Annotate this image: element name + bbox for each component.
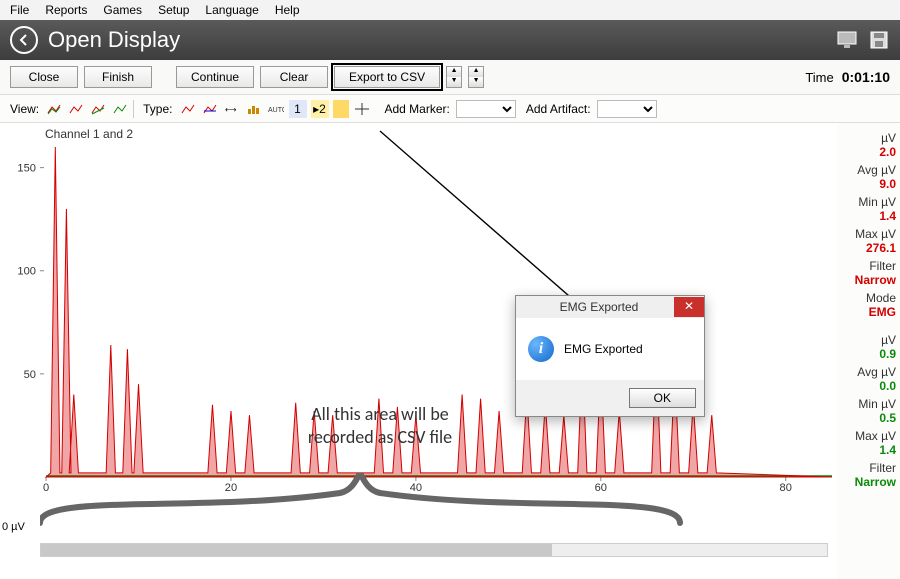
- view-chart2-icon[interactable]: [67, 100, 85, 118]
- add-artifact-select[interactable]: [597, 100, 657, 118]
- ch1-min: 1.4: [842, 209, 896, 223]
- zoom-fit-icon[interactable]: ⟷: [223, 100, 241, 118]
- add-artifact-label: Add Artifact:: [526, 102, 591, 116]
- ch1-avg: 9.0: [842, 177, 896, 191]
- view-chart3-icon[interactable]: [89, 100, 107, 118]
- svg-text:40: 40: [410, 482, 422, 494]
- menu-help[interactable]: Help: [275, 3, 300, 17]
- continue-button[interactable]: Continue: [176, 66, 254, 88]
- ch1-filter-label: Filter: [842, 259, 896, 273]
- clear-button[interactable]: Clear: [260, 66, 328, 88]
- close-button[interactable]: Close: [10, 66, 78, 88]
- finish-button[interactable]: Finish: [84, 66, 152, 88]
- back-button[interactable]: [10, 26, 38, 54]
- export-csv-button[interactable]: Export to CSV: [334, 66, 440, 88]
- ch1-uv-label: µV: [842, 131, 896, 145]
- svg-text:⟷: ⟷: [225, 105, 237, 114]
- ch2-uv-label: µV: [842, 333, 896, 347]
- ch2-min: 0.5: [842, 411, 896, 425]
- dialog-emg-exported: EMG Exported ✕ i EMG Exported OK: [515, 295, 705, 417]
- ch1-mode-label: Mode: [842, 291, 896, 305]
- menu-games[interactable]: Games: [103, 3, 142, 17]
- svg-text:80: 80: [780, 482, 792, 494]
- page-title: Open Display: [48, 27, 826, 53]
- ch1-max: 276.1: [842, 241, 896, 255]
- emg-chart[interactable]: 50100150020406080: [40, 127, 838, 517]
- svg-text:0: 0: [43, 482, 49, 494]
- note-icon[interactable]: [333, 100, 349, 118]
- titlebar: Open Display: [0, 20, 900, 60]
- ch2-max: 1.4: [842, 443, 896, 457]
- toolbar-main: Close Finish Continue Clear Export to CS…: [0, 60, 900, 95]
- ch1-uv: 2.0: [842, 145, 896, 159]
- ch2-filter-label: Filter: [842, 461, 896, 475]
- ch1-mode: EMG: [842, 305, 896, 319]
- time-value: 0:01:10: [842, 69, 890, 85]
- svg-text:50: 50: [24, 369, 36, 381]
- main-area: Channel 1 and 2 50 100 150 0 20 40 60 80 0 µV A…: [0, 123, 900, 579]
- svg-text:60: 60: [595, 482, 607, 494]
- scrollbar-thumb[interactable]: [41, 544, 552, 556]
- type-bars-icon[interactable]: [245, 100, 263, 118]
- type-label: Type:: [143, 102, 172, 116]
- menu-reports[interactable]: Reports: [45, 3, 87, 17]
- menu-file[interactable]: File: [10, 3, 29, 17]
- monitor-icon[interactable]: [836, 29, 858, 51]
- add-marker-select[interactable]: [456, 100, 516, 118]
- stats-sidebar: µV 2.0 Avg µV 9.0 Min µV 1.4 Max µV 276.…: [838, 123, 900, 579]
- time-label: Time: [805, 70, 833, 85]
- type-line-icon[interactable]: [179, 100, 197, 118]
- add-marker-label: Add Marker:: [385, 102, 450, 116]
- dialog-message: EMG Exported: [564, 342, 643, 356]
- spinner-1[interactable]: ▲▼: [446, 66, 462, 88]
- info-icon: i: [528, 336, 554, 362]
- svg-text:20: 20: [225, 482, 237, 494]
- svg-text:AUTO: AUTO: [268, 107, 284, 114]
- view-chart4-icon[interactable]: [111, 100, 129, 118]
- ch2-max-label: Max µV: [842, 429, 896, 443]
- dialog-titlebar[interactable]: EMG Exported ✕: [516, 296, 704, 318]
- ch2-min-label: Min µV: [842, 397, 896, 411]
- ch1-max-label: Max µV: [842, 227, 896, 241]
- save-icon[interactable]: [868, 29, 890, 51]
- crosshair-icon[interactable]: [353, 100, 371, 118]
- marker-2-icon[interactable]: ▸2: [311, 100, 329, 118]
- view-chart1-icon[interactable]: [45, 100, 63, 118]
- marker-1-icon[interactable]: 1: [289, 100, 307, 118]
- ch2-avg: 0.0: [842, 379, 896, 393]
- chart-title: Channel 1 and 2: [45, 127, 133, 141]
- auto-icon[interactable]: AUTO: [267, 100, 285, 118]
- dialog-close-button[interactable]: ✕: [674, 297, 704, 317]
- type-multi-icon[interactable]: [201, 100, 219, 118]
- ch2-avg-label: Avg µV: [842, 365, 896, 379]
- spinner-2[interactable]: ▲▼: [468, 66, 484, 88]
- ch1-min-label: Min µV: [842, 195, 896, 209]
- menu-setup[interactable]: Setup: [158, 3, 189, 17]
- view-label: View:: [10, 102, 39, 116]
- y-axis-unit: 0 µV: [2, 521, 25, 533]
- chart-h-scrollbar[interactable]: [40, 543, 828, 557]
- ch1-avg-label: Avg µV: [842, 163, 896, 177]
- ch2-filter: Narrow: [842, 475, 896, 489]
- ch2-uv: 0.9: [842, 347, 896, 361]
- chart-area: Channel 1 and 2 50100150020406080 0 µV A…: [0, 123, 838, 579]
- svg-text:100: 100: [17, 266, 36, 278]
- dialog-title: EMG Exported: [524, 300, 674, 314]
- toolbar-view: View: Type: ⟷ AUTO 1 ▸2 Add Marker: Add …: [0, 95, 900, 123]
- svg-text:150: 150: [17, 163, 36, 175]
- menubar: File Reports Games Setup Language Help: [0, 0, 900, 20]
- dialog-ok-button[interactable]: OK: [629, 388, 696, 408]
- menu-language[interactable]: Language: [205, 3, 258, 17]
- ch1-filter: Narrow: [842, 273, 896, 287]
